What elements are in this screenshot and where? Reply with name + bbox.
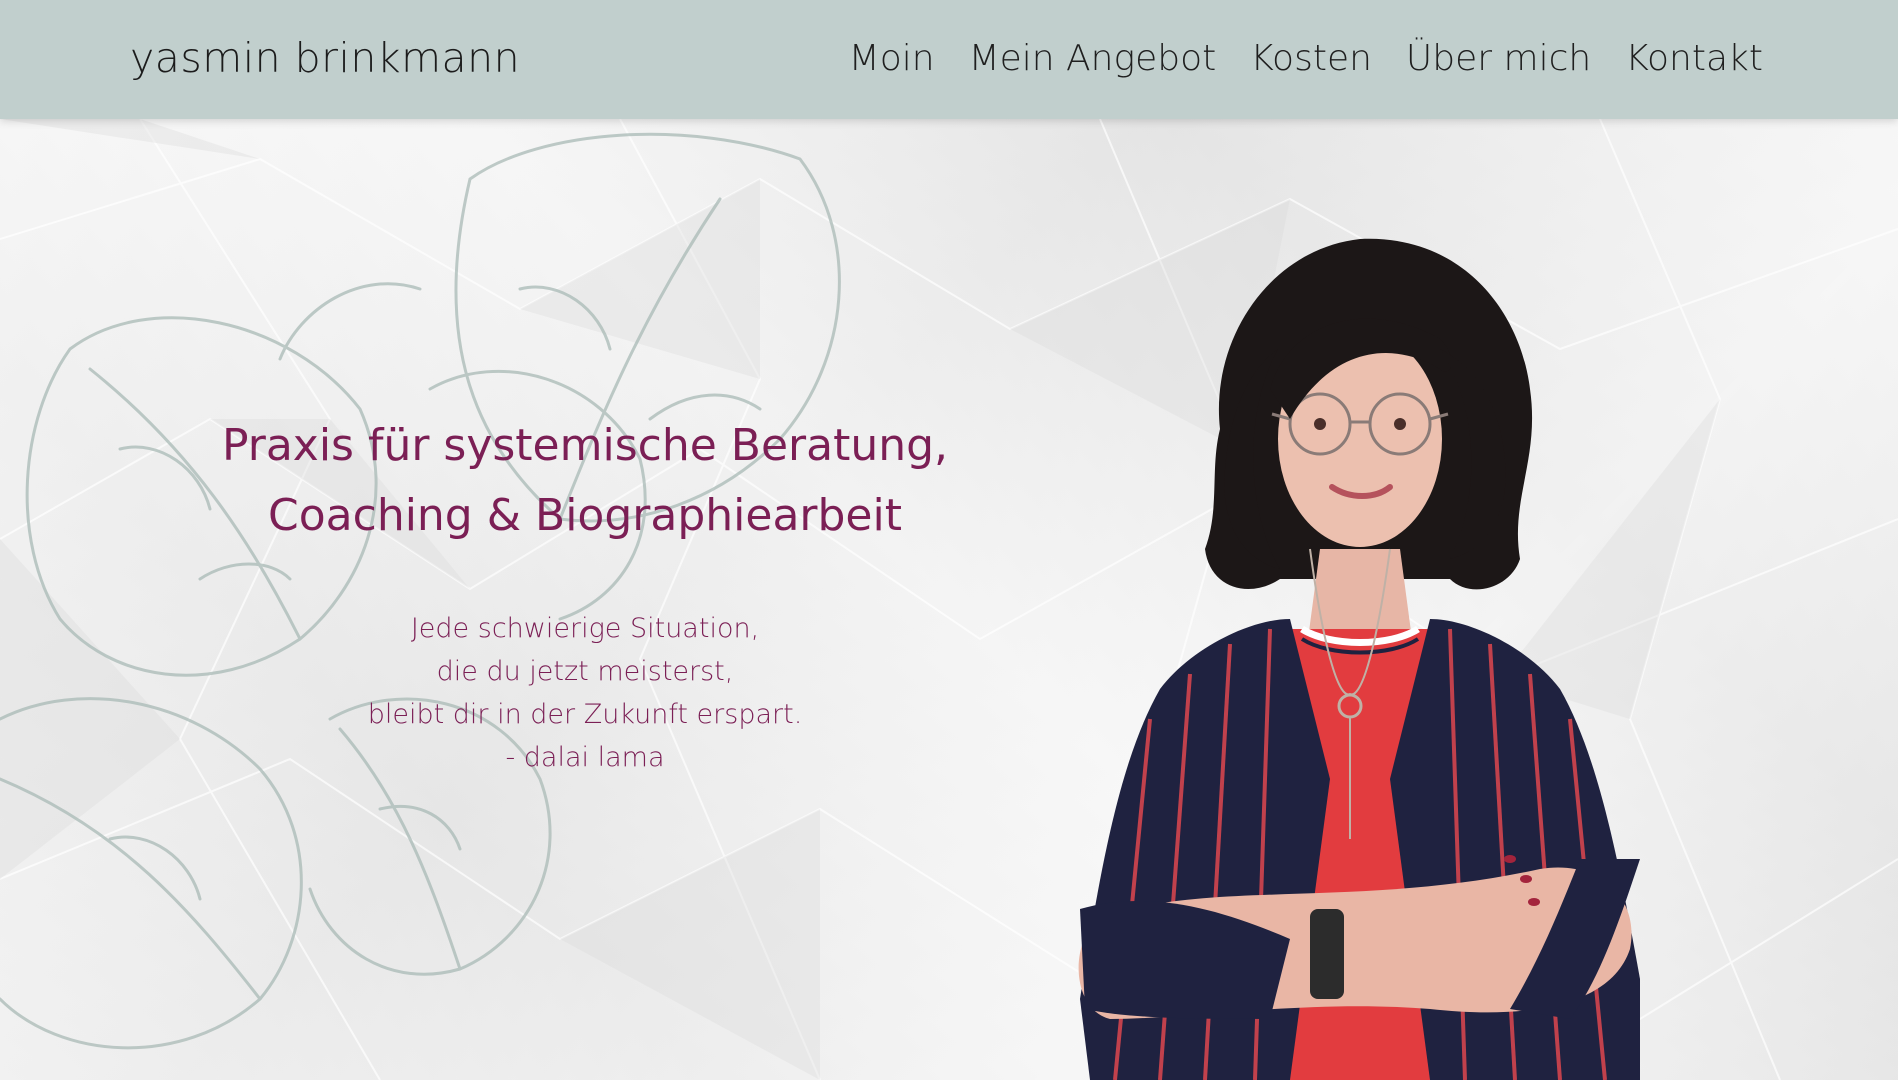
portrait-photo [1078,238,1640,1080]
nav-link-kosten[interactable]: Kosten [1250,38,1372,79]
hero-section: Praxis für systemische Beratung, Coachin… [0,119,1898,1080]
hero-title-line-1: Praxis für systemische Beratung, [221,420,949,471]
nav-link-mein-angebot[interactable]: Mein Angebot [969,38,1217,79]
leaf-line-art [0,132,841,1050]
nav-link-ueber-mich[interactable]: Über mich [1406,38,1591,79]
site-header: yasmin brinkmann Moin Mein Angebot Koste… [0,0,1898,119]
hero-quote: Jede schwierige Situation, die du jetzt … [285,607,885,779]
nav-link-kontakt[interactable]: Kontakt [1625,38,1763,79]
hero-title-line-2: Coaching & Biographiearbeit [268,490,902,541]
quote-line-3: bleibt dir in der Zukunft erspart. [367,699,803,730]
main-nav: Moin Mein Angebot Kosten Über mich Konta… [849,38,1763,79]
quote-author: - dalai lama [505,742,665,773]
hero-title: Praxis für systemische Beratung, Coachin… [150,411,1020,551]
quote-line-1: Jede schwierige Situation, [410,613,760,644]
nav-link-moin[interactable]: Moin [849,38,935,79]
quote-line-2: die du jetzt meisterst, [436,656,734,687]
site-logo[interactable]: yasmin brinkmann [130,34,520,82]
